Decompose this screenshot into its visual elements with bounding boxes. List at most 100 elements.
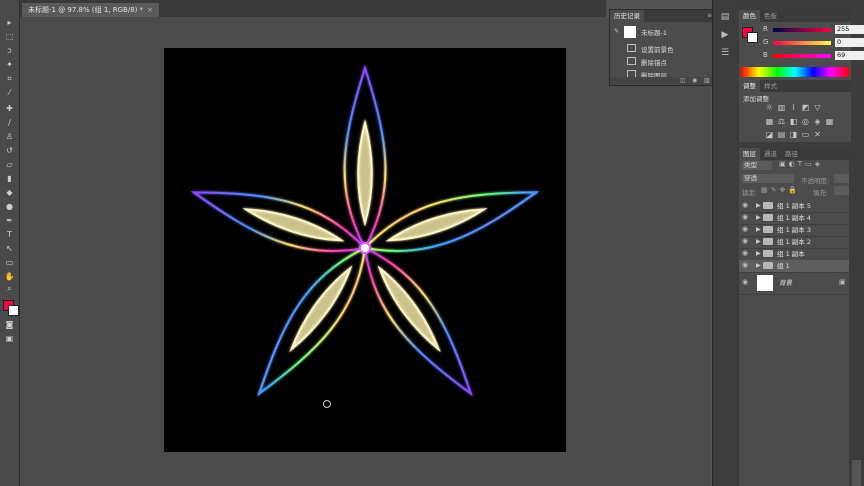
trash-icon[interactable]: ▥ — [704, 77, 710, 84]
blue-slider[interactable] — [773, 54, 831, 58]
eraser-icon[interactable]: ▱ — [4, 160, 15, 169]
blur-icon[interactable]: ◆ — [4, 188, 15, 197]
folder-icon — [763, 214, 773, 221]
dodge-icon[interactable]: ● — [4, 202, 15, 211]
expand-arrow-icon[interactable]: ▶ — [756, 249, 761, 258]
green-slider[interactable] — [773, 41, 831, 45]
posterize-icon[interactable]: ▤ — [777, 130, 786, 139]
document-tab[interactable]: 未标题-1 @ 97.8% (组 1, RGB/8) * × — [22, 3, 159, 17]
layer-kind-filter[interactable]: 类型 — [742, 161, 772, 170]
properties-panel-icon[interactable]: ☰ — [718, 48, 732, 59]
threshold-icon[interactable]: ◨ — [789, 130, 798, 139]
levels-icon[interactable]: ▥ — [777, 103, 786, 112]
tab-history[interactable]: 历史记录 — [610, 10, 644, 22]
opacity-input[interactable] — [834, 174, 849, 183]
red-value-input[interactable]: 255 — [835, 25, 864, 34]
gradient-map-icon[interactable]: ▭ — [801, 130, 810, 139]
visibility-eye-icon[interactable]: ◉ — [742, 225, 751, 234]
tab-swatches[interactable]: 色板 — [760, 10, 781, 22]
expand-arrow-icon[interactable]: ▶ — [756, 261, 761, 270]
marquee-icon[interactable]: ⬚ — [4, 32, 15, 41]
hue-saturation-icon[interactable]: ▦ — [765, 117, 774, 126]
layers-scrollbar[interactable] — [849, 148, 864, 486]
background-layer-row[interactable]: ◉ 背景 ▣ — [739, 272, 849, 295]
visibility-eye-icon[interactable]: ◉ — [742, 261, 751, 270]
blend-mode-label: 穿透 — [744, 174, 757, 182]
actions-panel-icon[interactable]: ▶ — [718, 30, 732, 41]
eyedropper-icon[interactable]: ⁄ — [4, 88, 15, 97]
magic-wand-icon[interactable]: ✦ — [4, 60, 15, 69]
vibrance-icon[interactable]: ▽ — [813, 103, 822, 112]
color-lookup-icon[interactable]: ▦ — [825, 117, 834, 126]
layer-name: 组 1 副本 — [777, 250, 805, 258]
photo-filter-icon[interactable]: ◎ — [801, 117, 810, 126]
history-panel-icon[interactable]: ▤ — [718, 12, 732, 23]
history-brush-icon[interactable]: ↺ — [4, 146, 15, 155]
zoom-icon[interactable]: ⌕ — [4, 284, 15, 293]
visibility-eye-icon[interactable]: ◉ — [742, 213, 751, 222]
pen-icon[interactable]: ✒ — [4, 216, 15, 225]
lock-icons[interactable]: ▦✎✥🔒 — [761, 186, 800, 194]
selective-color-icon[interactable]: ✕ — [813, 130, 822, 139]
color-balance-icon[interactable]: ⚖ — [777, 117, 786, 126]
crop-icon[interactable]: ⌗ — [4, 74, 15, 83]
folder-icon — [763, 250, 773, 257]
healing-brush-icon[interactable]: ✚ — [4, 104, 15, 113]
shape-icon[interactable]: ▭ — [4, 258, 15, 267]
blue-value-input[interactable]: 69 — [835, 51, 864, 60]
visibility-eye-icon[interactable]: ◉ — [742, 201, 751, 210]
document-canvas[interactable] — [164, 48, 566, 452]
snapshot-name: 未标题-1 — [641, 29, 667, 37]
tab-styles[interactable]: 样式 — [760, 80, 781, 92]
tab-adjustments[interactable]: 调整 — [739, 80, 760, 92]
type-icon[interactable]: T — [4, 230, 15, 239]
folder-icon — [763, 226, 773, 233]
close-icon[interactable]: × — [147, 6, 153, 14]
lasso-icon[interactable]: ↄ — [4, 46, 15, 55]
background-color-swatch[interactable] — [8, 305, 19, 316]
expand-arrow-icon[interactable]: ▶ — [756, 237, 761, 246]
visibility-eye-icon[interactable]: ◉ — [742, 278, 751, 287]
green-value-input[interactable]: 0 — [835, 38, 864, 47]
exposure-icon[interactable]: ◩ — [801, 103, 810, 112]
scrollbar-thumb[interactable] — [852, 460, 861, 486]
layer-name: 组 1 副本 4 — [777, 214, 811, 222]
visibility-eye-icon[interactable]: ◉ — [742, 237, 751, 246]
path-selection-icon[interactable]: ↖ — [4, 244, 15, 253]
brightness-icon[interactable]: ☼ — [765, 103, 774, 112]
expand-arrow-icon[interactable]: ▶ — [756, 213, 761, 222]
tab-color[interactable]: 颜色 — [739, 10, 760, 22]
quick-mask-icon[interactable]: ◙ — [4, 320, 15, 329]
fill-input[interactable] — [834, 186, 849, 195]
red-slider[interactable] — [773, 28, 831, 32]
step-icon — [627, 57, 636, 65]
camera-icon[interactable]: ◉ — [692, 77, 697, 84]
color-spectrum-ramp[interactable] — [741, 67, 849, 77]
expand-arrow-icon[interactable]: ▶ — [756, 201, 761, 210]
history-snapshot[interactable]: ✎ 未标题-1 — [610, 24, 710, 40]
background-color-swatch[interactable] — [747, 32, 758, 43]
tab-channels[interactable]: 通道 — [760, 148, 781, 160]
clone-stamp-icon[interactable]: ♙ — [4, 132, 15, 141]
invert-icon[interactable]: ◪ — [765, 130, 774, 139]
channel-mixer-icon[interactable]: ◈ — [813, 117, 822, 126]
black-white-icon[interactable]: ◧ — [789, 117, 798, 126]
history-step[interactable]: 删除锚点 — [610, 55, 710, 67]
petal-top — [343, 64, 387, 251]
new-document-icon[interactable]: ◫ — [680, 77, 686, 84]
filter-icons[interactable]: ▣◐T▭◈ — [779, 160, 823, 168]
move-icon[interactable]: ▸ — [4, 18, 15, 27]
gradient-icon[interactable]: ▮ — [4, 174, 15, 183]
layer-name: 组 1 副本 5 — [777, 202, 811, 210]
expand-arrow-icon[interactable]: ▶ — [756, 225, 761, 234]
channel-label: R — [763, 25, 768, 33]
hand-icon[interactable]: ✋ — [4, 272, 15, 281]
curves-icon[interactable]: ⌇ — [789, 103, 798, 112]
history-step[interactable]: 设置前景色 — [610, 42, 710, 54]
visibility-eye-icon[interactable]: ◉ — [742, 249, 751, 258]
tab-paths[interactable]: 路径 — [781, 148, 802, 160]
screen-mode-icon[interactable]: ▣ — [4, 334, 15, 343]
brush-icon[interactable]: ∕ — [4, 118, 15, 127]
blend-mode-select[interactable]: 穿透 — [742, 174, 794, 183]
tab-layers[interactable]: 图层 — [739, 148, 760, 160]
